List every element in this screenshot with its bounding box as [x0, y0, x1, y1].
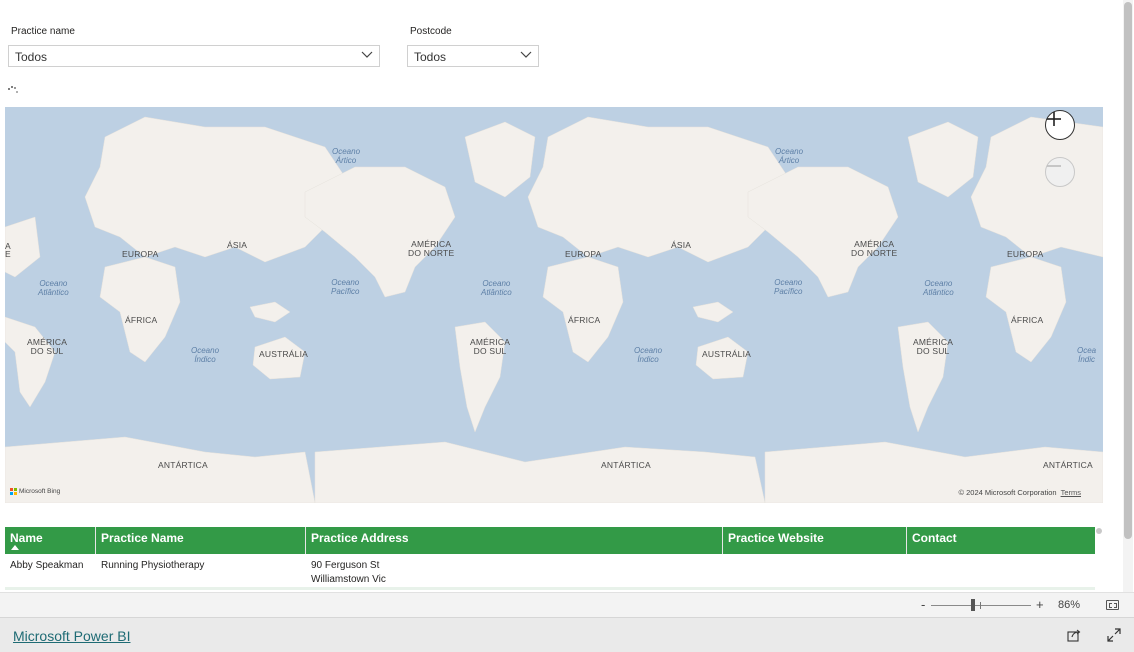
map-label-europa: EUROPA	[1007, 249, 1044, 259]
map-label-ocean-artico: Oceano Ártico	[775, 147, 804, 165]
map-copyright: © 2024 Microsoft Corporation Terms	[959, 488, 1082, 497]
map-label-america-sul: AMÉRICA DO SUL	[470, 337, 511, 356]
map-label-ocean-pacifico: Oceano Pacífico	[774, 278, 803, 296]
map-label-america-norte: AMÉRICA DO NORTE	[851, 239, 898, 258]
world-map[interactable]: A E EUROPA ÁSIA ÁFRICA AMÉRICA DO SUL AU…	[5, 107, 1103, 503]
chevron-down-icon	[520, 51, 532, 58]
bing-logo-text: Microsoft Bing	[19, 488, 61, 495]
table-row[interactable]: Abby Speakman Running Physiotherapy 90 F…	[5, 554, 1095, 590]
microsoft-logo-icon	[10, 488, 17, 495]
column-header-practice-website[interactable]: Practice Website	[723, 527, 907, 554]
table-header-row: Name Practice Name Practice Address Prac…	[5, 527, 1095, 554]
map-label-africa: ÁFRICA	[568, 315, 601, 325]
practitioners-table: Name Practice Name Practice Address Prac…	[5, 527, 1095, 590]
map-label-edge-e: E	[5, 249, 11, 259]
map-copyright-text: © 2024 Microsoft Corporation	[958, 488, 1057, 497]
postcode-slicer-value: Todos	[414, 50, 447, 64]
plus-icon	[1047, 112, 1061, 126]
expand-icon[interactable]	[1107, 628, 1121, 642]
map-label-asia: ÁSIA	[671, 240, 692, 250]
map-copy-2	[304, 116, 789, 503]
map-label-africa: ÁFRICA	[1011, 315, 1044, 325]
map-label-antartica: ANTÁRTICA	[601, 460, 651, 470]
cell-contact	[907, 554, 1095, 587]
map-label-africa: ÁFRICA	[125, 315, 158, 325]
map-label-ocean-pacifico: Oceano Pacífico	[331, 278, 360, 296]
postcode-slicer-label: Postcode	[410, 26, 452, 37]
map-label-america-sul: AMÉRICA DO SUL	[913, 337, 954, 356]
practice-name-slicer[interactable]: Todos	[8, 45, 380, 67]
map-label-australia: AUSTRÁLIA	[259, 349, 309, 359]
map-label-ocean-atlantico: Oceano Atlântico	[38, 279, 69, 297]
map-label-ocean-atlantico: Oceano Atlântico	[923, 279, 954, 297]
map-label-asia: ÁSIA	[227, 240, 248, 250]
fit-to-page-icon[interactable]	[1106, 600, 1119, 610]
map-terms-link[interactable]: Terms	[1061, 488, 1081, 497]
practice-name-slicer-value: Todos	[15, 50, 48, 64]
zoom-in-button[interactable]: +	[1036, 597, 1044, 612]
map-label-europa: EUROPA	[122, 249, 159, 259]
zoom-slider-handle[interactable]	[971, 599, 975, 611]
column-header-contact[interactable]: Contact	[907, 527, 1095, 554]
map-zoom-in-button[interactable]	[1045, 110, 1075, 140]
zoom-bar: - + 86%	[0, 592, 1134, 617]
map-copy-1	[5, 116, 346, 503]
cell-practice-website	[723, 554, 907, 587]
bing-logo: Microsoft Bing	[10, 488, 60, 495]
map-label-antartica: ANTÁRTICA	[158, 460, 208, 470]
cell-address-line2: Williamstown Vic	[311, 574, 386, 585]
postcode-slicer[interactable]: Todos	[407, 45, 539, 67]
column-header-name-label: Name	[10, 531, 43, 545]
column-header-practice-name[interactable]: Practice Name	[96, 527, 306, 554]
zoom-slider-tick	[980, 602, 981, 609]
power-bi-link[interactable]: Microsoft Power BI	[13, 628, 130, 644]
zoom-percent: 86%	[1058, 599, 1081, 611]
map-label-america-norte: AMÉRICA DO NORTE	[408, 239, 455, 258]
scrollbar-thumb[interactable]	[1124, 2, 1132, 539]
loading-spinner-icon	[8, 86, 18, 93]
share-icon[interactable]	[1067, 628, 1081, 642]
map-label-ocean-indico: Oceano Índico	[191, 346, 220, 364]
map-label-antartica: ANTÁRTICA	[1043, 460, 1093, 470]
chevron-down-icon	[361, 51, 373, 58]
report-canvas: Practice name Todos Postcode Todos A E E…	[0, 0, 1106, 592]
map-label-australia: AUSTRÁLIA	[702, 349, 752, 359]
practice-name-slicer-label: Practice name	[11, 26, 75, 37]
cell-name: Abby Speakman	[10, 560, 84, 571]
map-land	[5, 116, 1103, 503]
report-vertical-scrollbar[interactable]	[1106, 0, 1134, 592]
zoom-slider-track[interactable]	[931, 605, 1031, 606]
column-header-practice-address[interactable]: Practice Address	[306, 527, 723, 554]
footer-bar: Microsoft Power BI	[0, 617, 1134, 652]
map-label-america-sul: AMÉRICA DO SUL	[27, 337, 68, 356]
map-label-ocean-atlantico: Oceano Atlântico	[481, 279, 512, 297]
map-label-ocean-indico: Ocea Índic	[1077, 346, 1097, 364]
zoom-out-button[interactable]: -	[921, 597, 925, 612]
cell-practice-name: Running Physiotherapy	[101, 560, 205, 571]
table-scroll-indicator[interactable]	[1096, 528, 1102, 534]
column-header-name[interactable]: Name	[5, 527, 96, 554]
map-label-europa: EUROPA	[565, 249, 602, 259]
map-label-ocean-artico: Oceano Ártico	[332, 147, 361, 165]
minus-icon	[1047, 165, 1061, 167]
sort-ascending-icon	[11, 545, 19, 550]
map-label-ocean-indico: Oceano Índico	[634, 346, 663, 364]
cell-practice-address: 90 Ferguson St Williamstown Vic	[306, 554, 723, 587]
cell-address-line1: 90 Ferguson St	[311, 560, 380, 571]
map-zoom-out-button[interactable]	[1045, 157, 1075, 187]
